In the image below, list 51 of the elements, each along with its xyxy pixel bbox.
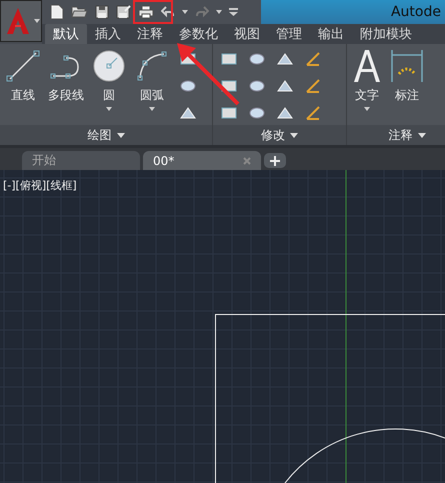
ribbon-tab[interactable]: 注释 xyxy=(129,24,171,44)
open-folder-icon[interactable] xyxy=(71,5,88,19)
tool-button[interactable]: 圆 xyxy=(89,48,129,125)
customize-menu-icon[interactable] xyxy=(229,8,238,16)
letter-a-icon xyxy=(352,48,382,84)
caret-icon[interactable] xyxy=(116,132,124,138)
ribbon-tab[interactable]: 输出 xyxy=(310,24,352,44)
application-menu-button[interactable] xyxy=(0,0,42,42)
dimension-icon xyxy=(389,48,425,84)
caret-icon[interactable] xyxy=(182,10,188,14)
caret-icon xyxy=(106,107,112,111)
caret-icon xyxy=(364,107,370,111)
ribbon-tab[interactable]: 插入 xyxy=(87,24,129,44)
tool-button[interactable]: 标注 xyxy=(387,48,427,125)
save-icon[interactable] xyxy=(95,5,109,19)
panel-title-bar[interactable]: 注释 xyxy=(347,125,445,145)
ribbon-tab[interactable]: 默认 xyxy=(45,24,87,44)
tool-button[interactable]: 直线 xyxy=(3,48,43,125)
highlight-frame xyxy=(133,0,173,24)
undo-icon[interactable] xyxy=(161,6,175,18)
tool-button[interactable]: 圆弧 xyxy=(132,48,172,125)
new-tab-button[interactable] xyxy=(264,153,286,168)
panel-title-bar[interactable]: 修改 xyxy=(213,125,346,145)
tool-button[interactable]: 多段线 xyxy=(46,48,86,125)
ribbon-tab[interactable]: 管理 xyxy=(268,24,310,44)
panel-title[interactable]: 修改 xyxy=(261,126,285,144)
new-file-icon[interactable] xyxy=(50,4,64,20)
plus-icon xyxy=(270,156,280,166)
viewport-controls[interactable]: [-][俯视][线框] xyxy=(3,178,77,193)
window-title: Autode xyxy=(390,4,441,20)
save-as-icon[interactable] xyxy=(116,5,131,19)
pointer-arrow xyxy=(177,43,240,106)
panel-title[interactable]: 绘图 xyxy=(88,126,112,144)
document-tab[interactable]: 00* xyxy=(143,151,261,170)
ribbon-tab[interactable]: 参数化 xyxy=(171,24,226,44)
panel-title[interactable]: 注释 xyxy=(388,126,412,144)
caret-icon[interactable] xyxy=(216,10,222,14)
caret-icon[interactable] xyxy=(418,132,426,138)
tool-button[interactable]: 文字 xyxy=(350,48,384,125)
caret-icon[interactable] xyxy=(290,132,298,138)
caret-icon[interactable] xyxy=(34,19,40,23)
drawing-canvas[interactable]: [-][俯视][线框] xyxy=(0,170,445,483)
printer-icon[interactable] xyxy=(138,5,154,19)
ribbon-tab[interactable]: 附加模块 xyxy=(352,24,420,44)
line-icon xyxy=(5,48,41,84)
circle-icon xyxy=(91,48,127,84)
circle-arc[interactable] xyxy=(284,428,445,483)
ribbon-tab[interactable]: 视图 xyxy=(226,24,268,44)
document-tab-label[interactable]: 00* xyxy=(153,154,174,168)
panel-title-bar[interactable]: 绘图 xyxy=(0,125,212,145)
caret-icon xyxy=(149,107,155,111)
